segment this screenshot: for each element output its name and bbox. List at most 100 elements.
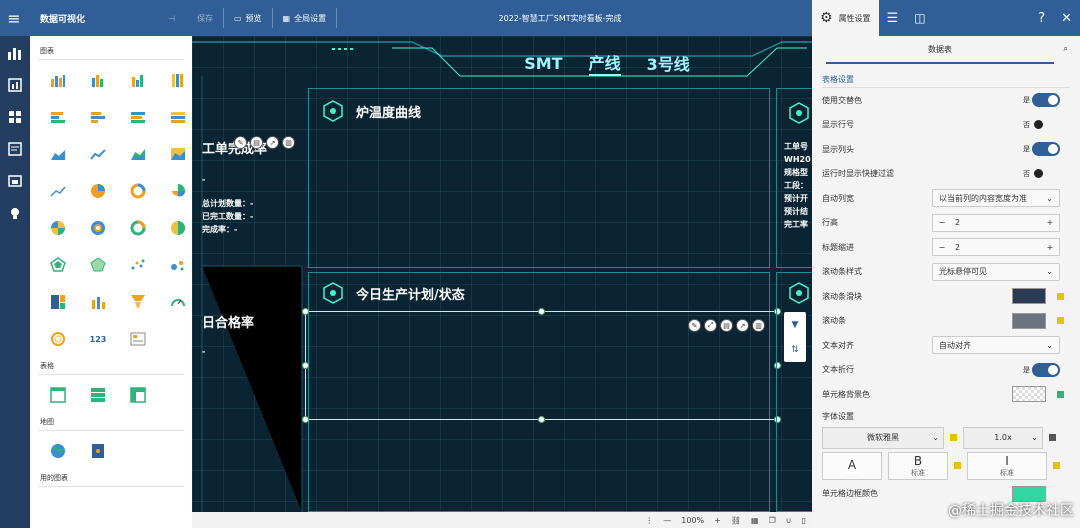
alt-color-toggle[interactable] (1032, 93, 1060, 108)
combo-chart-icon[interactable] (78, 292, 118, 312)
grid-icon[interactable]: ▦ (751, 516, 759, 525)
stacked-area-icon[interactable] (118, 144, 158, 164)
dashboard-icon[interactable] (6, 108, 24, 126)
share-icon[interactable]: ↗ (266, 136, 279, 149)
data-icon[interactable] (6, 172, 24, 190)
stacked-column-icon[interactable] (118, 70, 158, 90)
rownum-toggle[interactable] (1032, 118, 1060, 132)
lightbulb-icon[interactable] (6, 204, 24, 222)
grouped-column-icon[interactable] (78, 70, 118, 90)
multi-pie-icon[interactable] (38, 218, 78, 238)
plus-icon[interactable]: + (1041, 243, 1059, 252)
text-wrap-toggle[interactable] (1032, 362, 1060, 377)
area-chart-icon[interactable] (38, 144, 78, 164)
fullscreen-icon[interactable]: ⤢ (704, 319, 717, 332)
region-map-icon[interactable] (78, 441, 118, 461)
ring-progress-icon[interactable] (118, 218, 158, 238)
row-height-stepper[interactable]: −2 + (932, 213, 1060, 232)
pivot-table-icon[interactable] (118, 385, 158, 405)
tab-panel[interactable]: ◫ (906, 0, 933, 36)
comment-icon[interactable]: ▤ (720, 319, 733, 332)
text-align-select[interactable]: 自动对齐 ⌄ (932, 336, 1060, 355)
scroll-bar-color[interactable] (1012, 312, 1046, 329)
share-icon[interactable]: ↗ (736, 319, 749, 332)
edit-icon[interactable]: ✎ (234, 136, 247, 149)
search-icon[interactable]: ⌕ (1064, 44, 1068, 54)
hamburger-menu-icon[interactable]: ≡ (0, 0, 28, 36)
resize-handle[interactable] (302, 362, 309, 369)
plus-icon[interactable]: + (1041, 218, 1059, 227)
form-icon[interactable] (6, 140, 24, 158)
cell-bg-color[interactable] (1012, 386, 1046, 403)
radar-chart-icon[interactable] (38, 255, 78, 275)
line-chart-icon[interactable] (38, 181, 78, 201)
resize-handle[interactable] (538, 308, 545, 315)
font-scale-select[interactable]: 1.0x ⌄ (963, 426, 1043, 449)
funnel-chart-icon[interactable] (118, 292, 158, 312)
tab-database[interactable]: ☰ (879, 0, 907, 36)
progress-ring-icon[interactable] (38, 329, 78, 349)
mobile-icon[interactable]: ▯ (802, 516, 806, 525)
radar-area-icon[interactable] (78, 255, 118, 275)
left-kpi-block[interactable]: 工单完成率 - 总计划数量：- 已完工数量：- 完成率：- (202, 138, 267, 237)
left-yield-block[interactable]: 日合格率 - (202, 312, 254, 356)
zoom-in-icon[interactable]: + (714, 516, 721, 525)
panel-right-lower[interactable] (776, 272, 812, 512)
scroll-slider-color[interactable] (1012, 288, 1046, 305)
resize-handle[interactable] (538, 416, 545, 423)
stacked-bar-icon[interactable] (118, 107, 158, 127)
pie-chart-icon[interactable] (78, 181, 118, 201)
percent-bar-icon[interactable] (158, 107, 192, 127)
scatter-chart-icon[interactable] (118, 255, 158, 275)
list-table-icon[interactable] (78, 385, 118, 405)
runtime-filter-toggle[interactable] (1032, 167, 1060, 181)
line-area-icon[interactable] (78, 144, 118, 164)
subtab-datatable[interactable]: 数据表 ⌕ (826, 36, 1068, 64)
minus-icon[interactable]: − (933, 243, 951, 252)
resize-handle[interactable] (302, 416, 309, 423)
delete-icon[interactable]: ▥ (282, 136, 295, 149)
zoom-out-icon[interactable]: — (663, 516, 671, 525)
sunburst-icon[interactable] (78, 218, 118, 238)
header-toggle[interactable] (1032, 142, 1060, 157)
bold-button[interactable]: B 标准 (888, 451, 948, 480)
minus-icon[interactable]: − (933, 218, 951, 227)
card-list-icon[interactable] (118, 329, 158, 349)
bar-chart-icon[interactable] (38, 107, 78, 127)
italic-button[interactable]: I 标准 (967, 451, 1047, 480)
bubble-chart-icon[interactable] (158, 255, 192, 275)
rose-chart-icon[interactable] (158, 181, 192, 201)
more-icon[interactable]: ⋮ (645, 516, 653, 525)
close-button[interactable]: ✕ (1053, 0, 1080, 36)
scroll-style-select[interactable]: 光标悬停可见 ⌄ (932, 262, 1060, 281)
font-family-select[interactable]: 微软雅黑 ⌄ (822, 426, 944, 449)
resize-handle[interactable] (302, 308, 309, 315)
link-icon[interactable]: ⛓ (731, 516, 741, 525)
table-icon[interactable] (38, 385, 78, 405)
tab-properties[interactable]: ⚙ 属性设置 (812, 0, 879, 36)
font-color-button[interactable]: A (822, 451, 882, 480)
auto-width-select[interactable]: 以当前列的内容宽度为准 ⌄ (932, 189, 1060, 208)
gauge-icon[interactable] (158, 292, 192, 312)
design-canvas[interactable]: SMT 产线 3号线 工单完成率 - 总计划数量：- 已完工数量：- 完成率：-… (192, 36, 812, 512)
save-button[interactable]: ⊣ 保存 (158, 7, 223, 29)
magnet-icon[interactable]: ∪ (786, 516, 792, 525)
column-chart-icon[interactable] (38, 70, 78, 90)
comment-icon[interactable]: ▤ (250, 136, 263, 149)
layers-icon[interactable]: ❐ (769, 516, 776, 525)
donut-chart-icon[interactable] (118, 181, 158, 201)
bar-chart-icon[interactable] (6, 44, 24, 62)
number-card-icon[interactable]: 123 (78, 329, 118, 349)
grouped-bar-icon[interactable] (78, 107, 118, 127)
half-donut-icon[interactable] (158, 218, 192, 238)
preview-button[interactable]: ▭ 预览 (224, 7, 272, 29)
globe-icon[interactable] (38, 441, 78, 461)
edit-icon[interactable]: ✎ (688, 319, 701, 332)
treemap-icon[interactable] (38, 292, 78, 312)
percent-column-icon[interactable] (158, 70, 192, 90)
header-indent-stepper[interactable]: −2 + (932, 238, 1060, 257)
help-button[interactable]: ? (1030, 0, 1053, 36)
report-icon[interactable] (6, 76, 24, 94)
percent-area-icon[interactable] (158, 144, 192, 164)
global-settings-button[interactable]: ▦ 全局设置 (273, 7, 337, 29)
